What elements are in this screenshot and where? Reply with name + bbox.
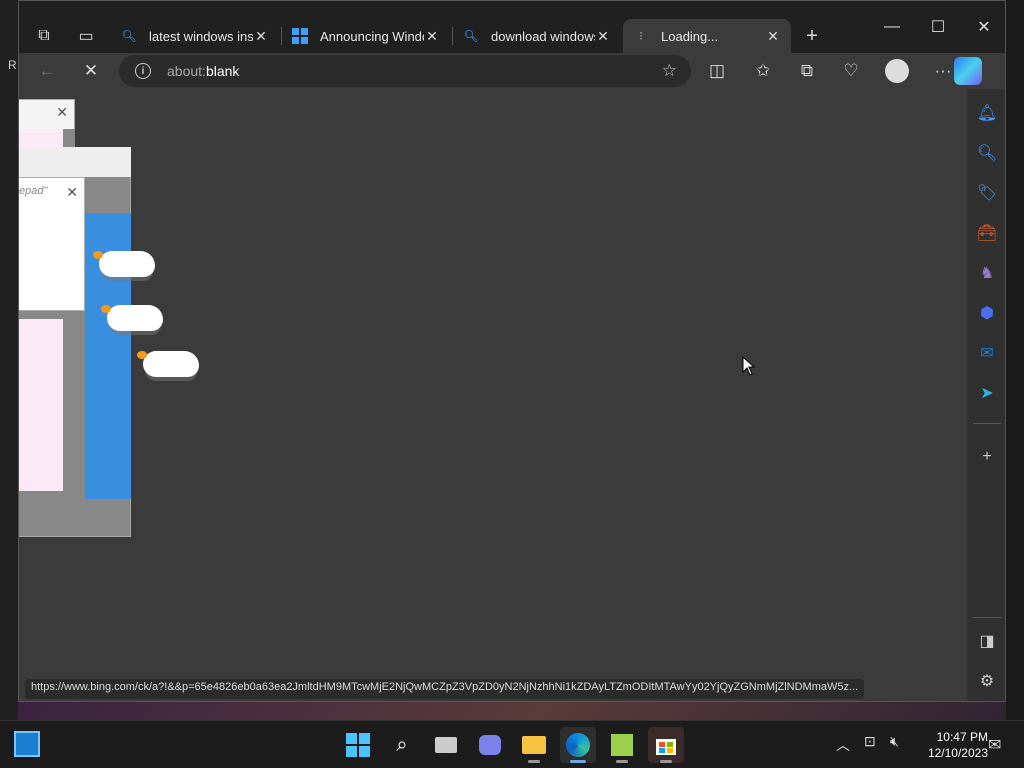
windows-start-icon: [346, 733, 370, 757]
clock-date: 12/10/2023: [927, 746, 988, 760]
desktop-goose: [93, 251, 155, 277]
notepad-window[interactable]: ✕: [19, 177, 85, 311]
address-url: about:blank: [167, 63, 240, 79]
desktop-goose: [137, 351, 199, 377]
close-icon[interactable]: ✕: [56, 104, 68, 121]
system-clock[interactable]: 10:47 PM 12/10/2023: [918, 729, 988, 761]
back-button[interactable]: ←: [31, 55, 63, 87]
file-explorer-icon[interactable]: [516, 727, 552, 763]
drop-send-icon[interactable]: ➤: [971, 377, 1003, 409]
start-button[interactable]: [340, 727, 376, 763]
running-indicator: [660, 760, 672, 763]
network-icon[interactable]: ⊡: [864, 733, 876, 750]
tools-briefcase-icon[interactable]: 🧰︎: [971, 217, 1003, 249]
clock-time: 10:47 PM: [936, 730, 988, 744]
close-icon[interactable]: ✕: [765, 28, 781, 45]
edge-taskbar-icon[interactable]: [560, 727, 596, 763]
task-view-icon[interactable]: [428, 727, 464, 763]
windows-logo-icon: [292, 28, 308, 44]
running-indicator: [616, 760, 628, 763]
tab-title: Announcing Windo: [320, 28, 424, 44]
close-icon[interactable]: ✕: [595, 28, 611, 45]
desktop-fragment-text: R: [8, 58, 17, 72]
page-content-blank: [19, 89, 967, 701]
navigation-toolbar: ← ✕ i about:blank ☆ ◫ ✩ ⧉ ♡ ···: [19, 53, 1005, 89]
close-icon[interactable]: ✕: [66, 184, 78, 201]
stop-loading-button[interactable]: ✕: [75, 55, 107, 87]
favorite-star-icon[interactable]: ☆: [662, 61, 677, 81]
running-indicator: [528, 760, 540, 763]
loading-icon: ⁝: [639, 29, 643, 43]
notification-center-icon[interactable]: ✉: [988, 735, 1001, 755]
edge-browser-window: ⧉ ▭ 🔍︎ latest windows insid ✕ Announcing…: [18, 0, 1006, 702]
notifications-bell-icon[interactable]: 🔔︎: [971, 97, 1003, 129]
close-icon[interactable]: ✕: [424, 28, 440, 45]
sidebar-divider: [973, 617, 1001, 618]
hide-sidebar-icon[interactable]: ◨: [971, 625, 1003, 657]
desktop-goose: [101, 305, 163, 331]
tab-latest-windows[interactable]: 🔍︎ latest windows insid ✕: [111, 19, 279, 53]
split-screen-icon[interactable]: ◫: [701, 55, 733, 87]
profile-avatar-icon[interactable]: [881, 55, 913, 87]
info-icon[interactable]: i: [135, 63, 151, 79]
notepad-app-icon[interactable]: [604, 727, 640, 763]
search-icon[interactable]: ⌕: [384, 727, 420, 763]
new-tab-button[interactable]: +: [795, 19, 829, 53]
tab-announcing-windows[interactable]: Announcing Windo ✕: [282, 19, 450, 53]
address-bar[interactable]: i about:blank ☆: [119, 55, 691, 87]
microsoft-365-icon[interactable]: ⬢: [971, 297, 1003, 329]
tab-download-windows[interactable]: 🔍︎ download windows ✕: [453, 19, 621, 53]
workspaces-icon[interactable]: ⧉: [27, 19, 61, 53]
tab-bar: ⧉ ▭ 🔍︎ latest windows insid ✕ Announcing…: [19, 1, 1005, 53]
vertical-tabs-icon[interactable]: ▭: [69, 19, 103, 53]
search-icon: 🔍︎: [121, 29, 137, 43]
games-icon[interactable]: ♞: [971, 257, 1003, 289]
tab-title: download windows: [491, 28, 595, 44]
windows-taskbar: ⌕ ︿ ⊡ 🔇︎ 10:47 PM 12/10/2023 ✉: [0, 720, 1024, 768]
status-bar-url: https://www.bing.com/ck/a?!&&p=65e4826eb…: [25, 679, 865, 699]
tab-title: Loading...: [661, 28, 719, 44]
tab-loading[interactable]: ⁝ Loading... ✕: [623, 19, 791, 53]
shopping-tag-icon[interactable]: 🏷︎: [971, 177, 1003, 209]
copilot-icon[interactable]: [954, 57, 982, 85]
outlook-icon[interactable]: ✉: [971, 337, 1003, 369]
add-sidebar-app-icon[interactable]: +: [971, 441, 1003, 473]
volume-muted-icon[interactable]: 🔇︎: [890, 733, 899, 750]
collections-icon[interactable]: ⧉: [791, 55, 823, 87]
widgets-icon[interactable]: [14, 731, 40, 757]
background-window-2-titlebar: [19, 147, 131, 177]
close-icon[interactable]: ✕: [253, 28, 269, 45]
close-window-button[interactable]: ✕: [961, 9, 1005, 45]
sidebar-settings-gear-icon[interactable]: ⚙: [971, 665, 1003, 697]
chevron-up-icon[interactable]: ︿: [836, 735, 850, 755]
desktop-left-edge: [0, 0, 18, 720]
search-icon: 🔍︎: [463, 29, 479, 43]
background-pink-pane-lower: [19, 319, 63, 491]
notepad-title-fragment: epad": [19, 185, 48, 197]
minimize-button[interactable]: —: [869, 9, 915, 45]
search-icon[interactable]: 🔍︎: [971, 137, 1003, 169]
desktop-right-edge: [1006, 0, 1024, 720]
favorites-icon[interactable]: ✩: [747, 55, 779, 87]
running-indicator: [570, 760, 586, 763]
sidebar-divider: [973, 423, 1001, 424]
teams-chat-icon[interactable]: [472, 727, 508, 763]
mouse-cursor-icon: [742, 356, 756, 376]
tab-title: latest windows insid: [149, 28, 253, 44]
browser-essentials-icon[interactable]: ♡: [835, 55, 867, 87]
edge-sidebar: 🔔︎ 🔍︎ 🏷︎ 🧰︎ ♞ ⬢ ✉ ➤ + ◨ ⚙: [967, 89, 1005, 701]
microsoft-store-icon[interactable]: [648, 727, 684, 763]
maximize-button[interactable]: ☐: [915, 9, 961, 45]
